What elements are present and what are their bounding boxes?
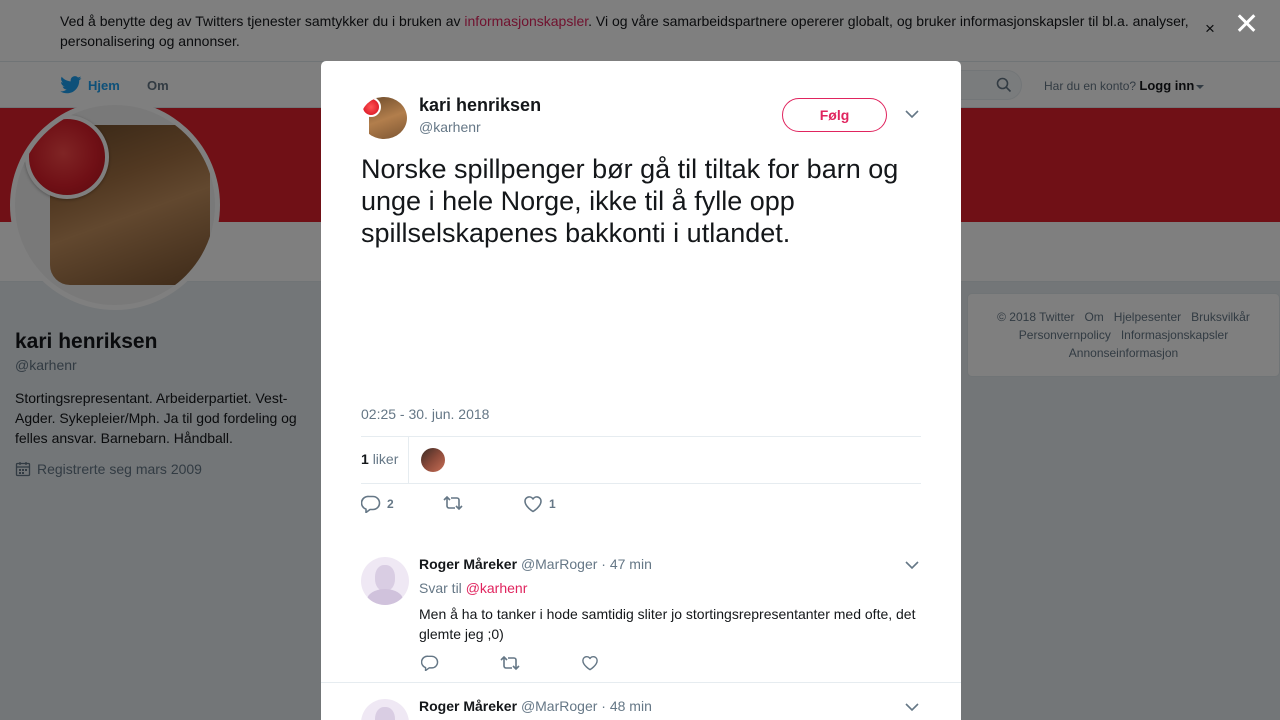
reply-author-handle[interactable]: @MarRoger	[521, 698, 597, 714]
close-icon[interactable]: ✕	[1234, 10, 1259, 40]
tweet-actions: 2 1	[361, 495, 661, 515]
reply-header: Roger Måreker @MarRoger · 47 min	[419, 556, 652, 572]
reply-tweet[interactable]: Roger Måreker @MarRoger · 47 min Svar ti…	[321, 541, 961, 683]
likes-count: 1	[361, 451, 369, 467]
chevron-down-icon[interactable]	[905, 109, 919, 119]
tweet-stats: 1 liker	[361, 436, 921, 484]
like-count: 1	[549, 497, 556, 511]
reply-author-name[interactable]: Roger Måreker	[419, 698, 517, 714]
heart-icon	[524, 496, 542, 513]
reply-actions	[419, 655, 619, 673]
stats-divider	[408, 437, 409, 483]
chevron-down-icon[interactable]	[905, 702, 919, 712]
author-name[interactable]: kari henriksen	[419, 95, 541, 116]
avatar-body	[367, 589, 403, 605]
reply-tweet[interactable]: Roger Måreker @MarRoger · 48 min	[321, 683, 961, 720]
reply-time[interactable]: · 48 min	[601, 698, 652, 714]
avatar-head	[375, 565, 395, 591]
tweet-modal: kari henriksen @karhenr Følg Norske spil…	[321, 61, 961, 720]
liker-avatar[interactable]	[421, 448, 445, 472]
reply-to-label: Svar til	[419, 580, 462, 596]
reply-author-name[interactable]: Roger Måreker	[419, 556, 517, 572]
retweet-icon	[443, 495, 463, 511]
reply-to-line: Svar til @karhenr	[419, 580, 527, 596]
likes-stat[interactable]: 1 liker	[361, 451, 398, 467]
reply-count: 2	[387, 497, 394, 511]
retweet-icon[interactable]	[500, 655, 520, 671]
tweet-text: Norske spillpenger bør gå til tiltak for…	[361, 154, 899, 248]
likes-label: liker	[372, 451, 399, 467]
reply-time[interactable]: · 47 min	[601, 556, 652, 572]
chevron-down-icon[interactable]	[905, 560, 919, 570]
reply-to-mention[interactable]: @karhenr	[466, 580, 528, 596]
reply-avatar[interactable]	[361, 557, 409, 605]
reply-icon	[361, 495, 381, 513]
heart-icon[interactable]	[581, 655, 599, 671]
author-avatar[interactable]	[361, 97, 407, 139]
tweet-timestamp[interactable]: 02:25 - 30. jun. 2018	[361, 406, 489, 422]
like-button[interactable]: 1	[523, 495, 556, 513]
author-handle[interactable]: @karhenr	[419, 119, 481, 135]
follow-button[interactable]: Følg	[782, 98, 887, 132]
reply-text: Men å ha to tanker i hode samtidig slite…	[419, 606, 916, 642]
reply-author-handle[interactable]: @MarRoger	[521, 556, 597, 572]
reply-button[interactable]: 2	[361, 495, 394, 513]
party-rose-logo	[361, 97, 381, 117]
retweet-button[interactable]	[443, 495, 463, 511]
reply-header: Roger Måreker @MarRoger · 48 min	[419, 698, 652, 714]
avatar-head	[375, 707, 395, 720]
reply-avatar[interactable]	[361, 699, 409, 720]
reply-icon[interactable]	[421, 655, 439, 671]
